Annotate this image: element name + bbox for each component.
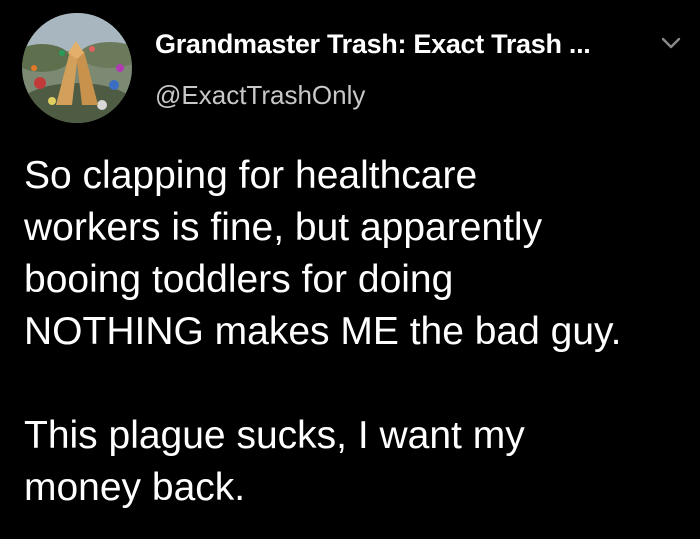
user-handle[interactable]: @ExactTrashOnly (155, 80, 365, 111)
profile-avatar[interactable] (22, 13, 132, 123)
tweet-paragraph: So clapping for healthcare workers is fi… (24, 154, 622, 353)
tweet-paragraph: This plague sucks, I want my money back. (24, 414, 525, 509)
display-name[interactable]: Grandmaster Trash: Exact Trash ... (155, 29, 591, 60)
tweet-card: Grandmaster Trash: Exact Trash ... @Exac… (0, 0, 700, 539)
tweet-text: So clapping for healthcare workers is fi… (24, 150, 694, 514)
landfill-hands-avatar-icon (22, 13, 132, 123)
chevron-down-icon[interactable] (658, 30, 684, 56)
